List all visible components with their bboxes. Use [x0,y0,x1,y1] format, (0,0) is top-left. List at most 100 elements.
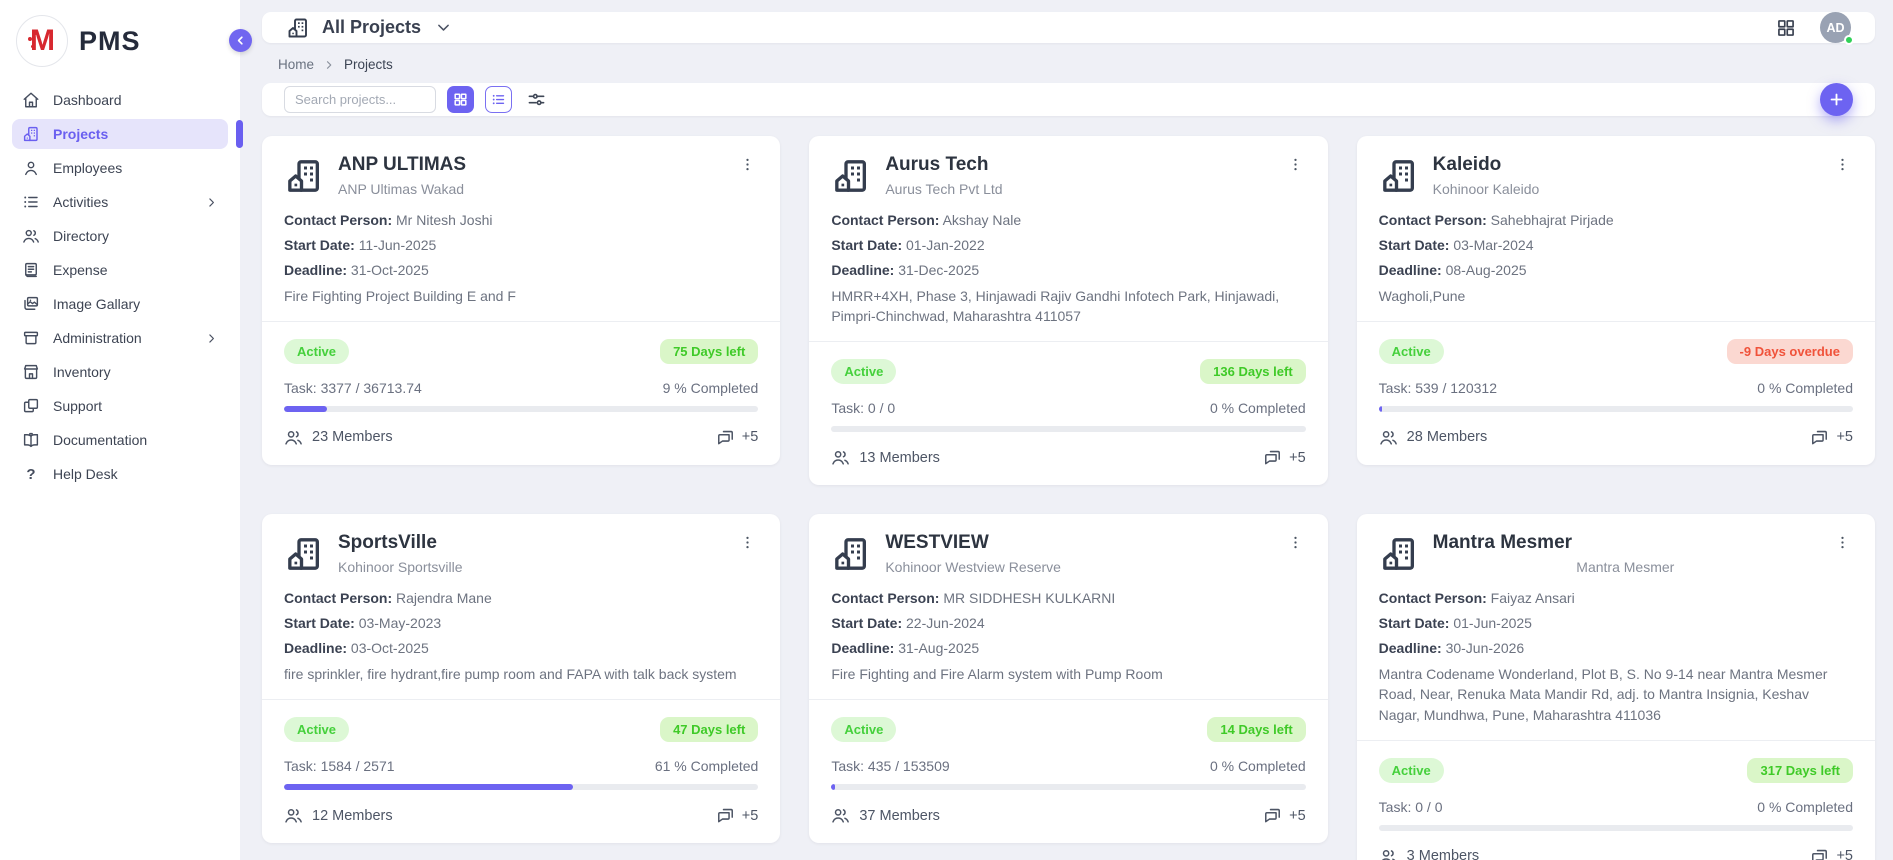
project-card[interactable]: SportsVille Kohinoor Sportsville Contact… [262,514,780,843]
deadline-label: Deadline: [1379,640,1442,656]
comments-count[interactable]: +5 [716,806,759,825]
card-header: Mantra Mesmer Mantra Mesmer [1379,532,1853,575]
badges-row: Active 75 Days left [284,339,758,364]
start-date-label: Start Date: [1379,615,1450,631]
comments-count[interactable]: +5 [1263,806,1306,825]
topbar: All Projects AD [262,12,1875,43]
days-badge: -9 Days overdue [1727,339,1853,364]
members-count[interactable]: 12 Members [284,806,393,825]
members-count[interactable]: 28 Members [1379,428,1488,447]
apps-grid-icon[interactable] [1776,18,1796,38]
sidebar-item-administration[interactable]: Administration [12,323,228,353]
project-subtitle: Mantra Mesmer [1433,559,1818,575]
sidebar-item-projects[interactable]: Projects [12,119,228,149]
card-menu-button[interactable] [1832,532,1853,553]
progress-bar [831,426,1305,432]
project-card[interactable]: Kaleido Kohinoor Kaleido Contact Person:… [1357,136,1875,465]
start-date-label: Start Date: [831,615,902,631]
card-title-block: WESTVIEW Kohinoor Westview Reserve [885,532,1270,575]
card-footer: 12 Members +5 [284,806,758,825]
divider [1357,321,1875,322]
question-mark-icon: ? [22,465,40,483]
sidebar-item-help-desk[interactable]: ? Help Desk [12,459,228,489]
sidebar-item-label: Administration [53,330,142,346]
days-badge: 75 Days left [660,339,758,364]
project-card[interactable]: ANP ULTIMAS ANP Ultimas Wakad Contact Pe… [262,136,780,465]
card-title-block: Mantra Mesmer Mantra Mesmer [1433,532,1818,575]
online-status-dot [1844,35,1854,45]
card-menu-button[interactable] [737,154,758,175]
users-icon [22,227,40,245]
deadline-value: 31-Aug-2025 [898,640,979,656]
projects-grid: ANP ULTIMAS ANP Ultimas Wakad Contact Pe… [262,136,1875,860]
project-card[interactable]: Mantra Mesmer Mantra Mesmer Contact Pers… [1357,514,1875,860]
breadcrumb-home[interactable]: Home [278,57,314,72]
project-card[interactable]: WESTVIEW Kohinoor Westview Reserve Conta… [809,514,1327,843]
members-count[interactable]: 37 Members [831,806,940,825]
sidebar-item-dashboard[interactable]: Dashboard [12,85,228,115]
building-icon [831,534,871,574]
deadline-label: Deadline: [831,262,894,278]
start-date-label: Start Date: [1379,237,1450,253]
kebab-icon [1834,156,1851,173]
card-menu-button[interactable] [1285,532,1306,553]
members-count[interactable]: 3 Members [1379,847,1480,860]
start-date-value: 01-Jan-2022 [906,237,985,253]
task-row: Task: 435 / 153509 0 % Completed [831,758,1305,774]
contact-label: Contact Person: [831,590,939,606]
sidebar-item-label: Expense [53,262,107,278]
card-menu-button[interactable] [737,532,758,553]
archive-icon [22,329,40,347]
status-badge: Active [831,359,896,384]
add-project-button[interactable] [1820,83,1853,116]
progress-fill [284,406,327,412]
task-row: Task: 3377 / 36713.74 9 % Completed [284,380,758,396]
list-view-button[interactable] [485,86,512,113]
members-count[interactable]: 23 Members [284,428,393,447]
topbar-actions: AD [1776,12,1851,43]
store-icon [22,363,40,381]
comments-count[interactable]: +5 [1263,448,1306,467]
task-count: Task: 0 / 0 [831,400,895,416]
sliders-icon [527,90,546,109]
project-subtitle: Kohinoor Sportsville [338,559,723,575]
project-card[interactable]: Aurus Tech Aurus Tech Pvt Ltd Contact Pe… [809,136,1327,485]
receipt-icon [22,261,40,279]
sidebar-item-activities[interactable]: Activities [12,187,228,217]
contact-label: Contact Person: [284,590,392,606]
start-date-value: 22-Jun-2024 [906,615,985,631]
card-menu-button[interactable] [1832,154,1853,175]
grid-view-button[interactable] [447,86,474,113]
kebab-icon [1834,534,1851,551]
users-icon [831,448,850,467]
task-row: Task: 0 / 0 0 % Completed [831,400,1305,416]
sidebar-collapse-button[interactable] [229,29,252,52]
search-input[interactable] [284,86,436,113]
kebab-icon [1287,534,1304,551]
sidebar-item-directory[interactable]: Directory [12,221,228,251]
status-badge: Active [1379,758,1444,783]
card-meta: Contact Person: MR SIDDHESH KULKARNI Sta… [831,589,1305,684]
chevron-down-icon[interactable] [435,19,452,36]
project-description: HMRR+4XH, Phase 3, Hinjawadi Rajiv Gandh… [831,286,1305,327]
days-badge: 14 Days left [1207,717,1305,742]
sidebar-item-image-gallery[interactable]: Image Gallary [12,289,228,319]
comments-count[interactable]: +5 [1810,428,1853,447]
sidebar-item-expense[interactable]: Expense [12,255,228,285]
card-header: WESTVIEW Kohinoor Westview Reserve [831,532,1305,575]
comments-count[interactable]: +5 [1810,847,1853,860]
filter-button[interactable] [523,86,550,113]
sidebar-item-support[interactable]: Support [12,391,228,421]
project-selector[interactable]: All Projects [286,16,452,40]
project-description: Fire Fighting Project Building E and F [284,286,758,306]
sidebar-item-employees[interactable]: Employees [12,153,228,183]
sidebar-item-documentation[interactable]: Documentation [12,425,228,455]
progress-bar [1379,825,1853,831]
members-count[interactable]: 13 Members [831,448,940,467]
grid-view-icon [453,92,468,107]
comments-count[interactable]: +5 [716,428,759,447]
card-menu-button[interactable] [1285,154,1306,175]
building-icon [1379,156,1419,196]
avatar[interactable]: AD [1820,12,1851,43]
sidebar-item-inventory[interactable]: Inventory [12,357,228,387]
